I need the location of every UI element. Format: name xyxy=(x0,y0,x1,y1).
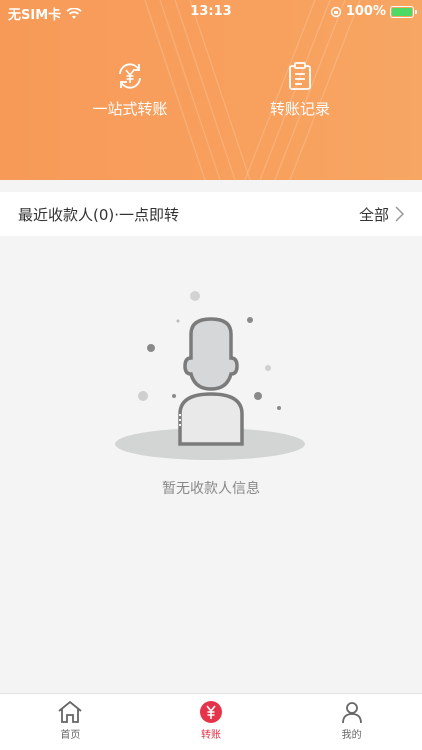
tab-transfer-label: 转账 xyxy=(201,730,221,741)
tab-home-label: 首页 xyxy=(60,730,81,741)
transfer-record-button[interactable]: 转账记录 xyxy=(240,60,360,119)
recent-payees-bar: 最近收款人(0)·一点即转 全部 xyxy=(0,192,422,236)
empty-state-message: 暂无收款人信息 xyxy=(162,481,260,497)
clipboard-record-icon xyxy=(289,62,311,90)
battery-icon xyxy=(390,5,417,18)
one-stop-transfer-button[interactable]: 一站式转账 xyxy=(70,60,190,119)
orientation-lock-icon xyxy=(330,6,342,17)
yuan-transfer-icon xyxy=(200,701,222,723)
status-bar: 无SIM卡 13:13 100% xyxy=(0,0,422,24)
empty-state: 暂无收款人信息 xyxy=(0,236,422,692)
battery-percent: 100% xyxy=(345,4,386,19)
person-icon xyxy=(341,702,362,724)
tab-mine[interactable]: 我的 xyxy=(281,694,422,750)
header-banner: 无SIM卡 13:13 100% 一站式转账 转账记录 xyxy=(0,0,422,180)
chevron-right-icon xyxy=(395,206,404,222)
tab-transfer[interactable]: 转账 xyxy=(141,694,282,750)
tab-mine-label: 我的 xyxy=(341,730,362,741)
tab-home[interactable]: 首页 xyxy=(0,694,141,750)
bottom-tab-bar: 首页 转账 我的 xyxy=(0,693,422,750)
transfer-record-label: 转账记录 xyxy=(269,100,330,118)
one-stop-transfer-label: 一站式转账 xyxy=(92,100,168,118)
transfer-cycle-icon xyxy=(119,63,141,89)
person-placeholder-icon xyxy=(115,291,305,460)
home-icon xyxy=(58,700,82,723)
view-all-label: 全部 xyxy=(358,205,389,224)
recent-payees-title: 最近收款人(0)·一点即转 xyxy=(18,205,180,224)
view-all-button[interactable]: 全部 xyxy=(359,204,404,225)
